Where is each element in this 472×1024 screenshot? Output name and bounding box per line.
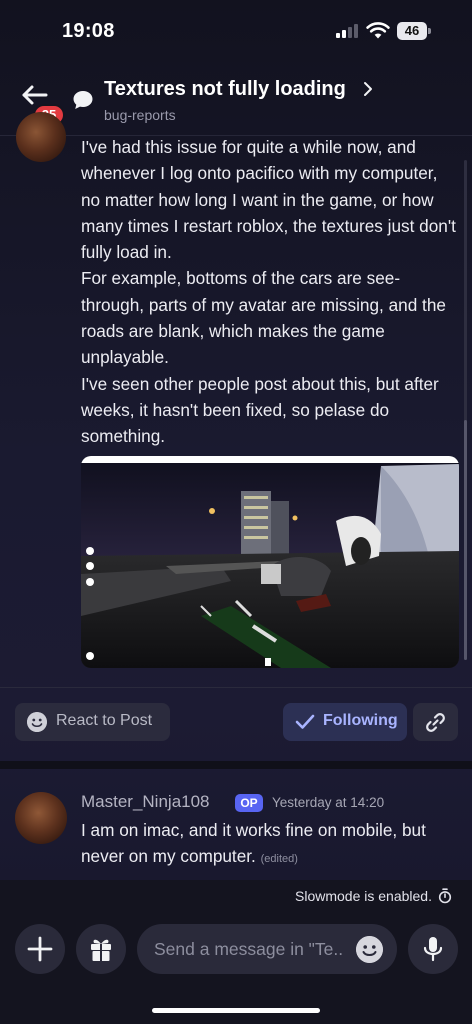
cellular-signal-icon bbox=[336, 24, 360, 38]
gift-icon bbox=[91, 939, 111, 961]
message-input[interactable]: Send a message in "Te.. bbox=[137, 924, 397, 974]
edited-label: (edited) bbox=[260, 853, 298, 865]
message-author[interactable]: Master_Ninja108 bbox=[81, 792, 210, 812]
wifi-icon bbox=[366, 22, 390, 39]
composer-bar: Send a message in "Te.. bbox=[0, 912, 472, 1024]
message-timestamp: Yesterday at 14:20 bbox=[272, 795, 385, 810]
message-body: I am on imac, and it works fine on mobil… bbox=[81, 817, 441, 872]
react-to-post-button[interactable]: React to Post bbox=[15, 703, 170, 741]
copy-link-button[interactable] bbox=[413, 703, 458, 741]
status-bar: 19:08 46 bbox=[0, 0, 472, 62]
embed-top-border bbox=[81, 456, 459, 463]
emoji-icon[interactable] bbox=[356, 936, 383, 963]
divider bbox=[0, 687, 472, 688]
post-paragraph: For example, bottoms of the cars are see… bbox=[81, 268, 446, 368]
slowmode-text: Slowmode is enabled. bbox=[295, 888, 432, 904]
thread-header: 25 Textures not fully loading bug-report… bbox=[0, 62, 472, 136]
op-badge: OP bbox=[235, 794, 263, 812]
section-separator bbox=[0, 761, 472, 769]
voice-message-button[interactable] bbox=[408, 924, 458, 974]
following-button[interactable]: Following bbox=[283, 703, 407, 741]
stopwatch-icon bbox=[438, 888, 452, 904]
link-icon bbox=[426, 713, 445, 732]
microphone-icon bbox=[423, 937, 443, 962]
image-attachment[interactable] bbox=[81, 456, 459, 668]
thread-channel: bug-reports bbox=[104, 107, 176, 123]
avatar[interactable] bbox=[16, 112, 66, 162]
chevron-right-icon[interactable] bbox=[362, 81, 374, 97]
battery-level: 46 bbox=[397, 22, 427, 40]
add-attachment-button[interactable] bbox=[15, 924, 65, 974]
avatar[interactable] bbox=[15, 792, 67, 844]
app-screen: 19:08 46 25 Textures not fully loading bbox=[0, 0, 472, 1024]
thread-title[interactable]: Textures not fully loading bbox=[104, 78, 346, 101]
scrollbar-thumb[interactable] bbox=[464, 420, 467, 660]
message-text: I am on imac, and it works fine on mobil… bbox=[81, 820, 426, 866]
smiley-icon bbox=[27, 712, 47, 732]
gift-button[interactable] bbox=[76, 924, 126, 974]
post-paragraph: I've had this issue for quite a while no… bbox=[81, 137, 456, 263]
battery-icon: 46 bbox=[397, 22, 431, 40]
home-indicator[interactable] bbox=[152, 1008, 320, 1013]
plus-icon bbox=[27, 936, 53, 962]
game-screenshot-image bbox=[81, 456, 459, 668]
post-paragraph: I've seen other people post about this, … bbox=[81, 373, 439, 447]
post-body: I've had this issue for quite a while no… bbox=[81, 134, 461, 450]
following-label: Following bbox=[323, 712, 398, 729]
checkmark-icon bbox=[295, 714, 315, 729]
message-placeholder: Send a message in "Te.. bbox=[154, 939, 344, 959]
slowmode-notice: Slowmode is enabled. bbox=[0, 880, 472, 912]
status-time: 19:08 bbox=[62, 20, 115, 42]
react-to-post-label: React to Post bbox=[56, 712, 153, 729]
thread-icon bbox=[73, 91, 93, 109]
